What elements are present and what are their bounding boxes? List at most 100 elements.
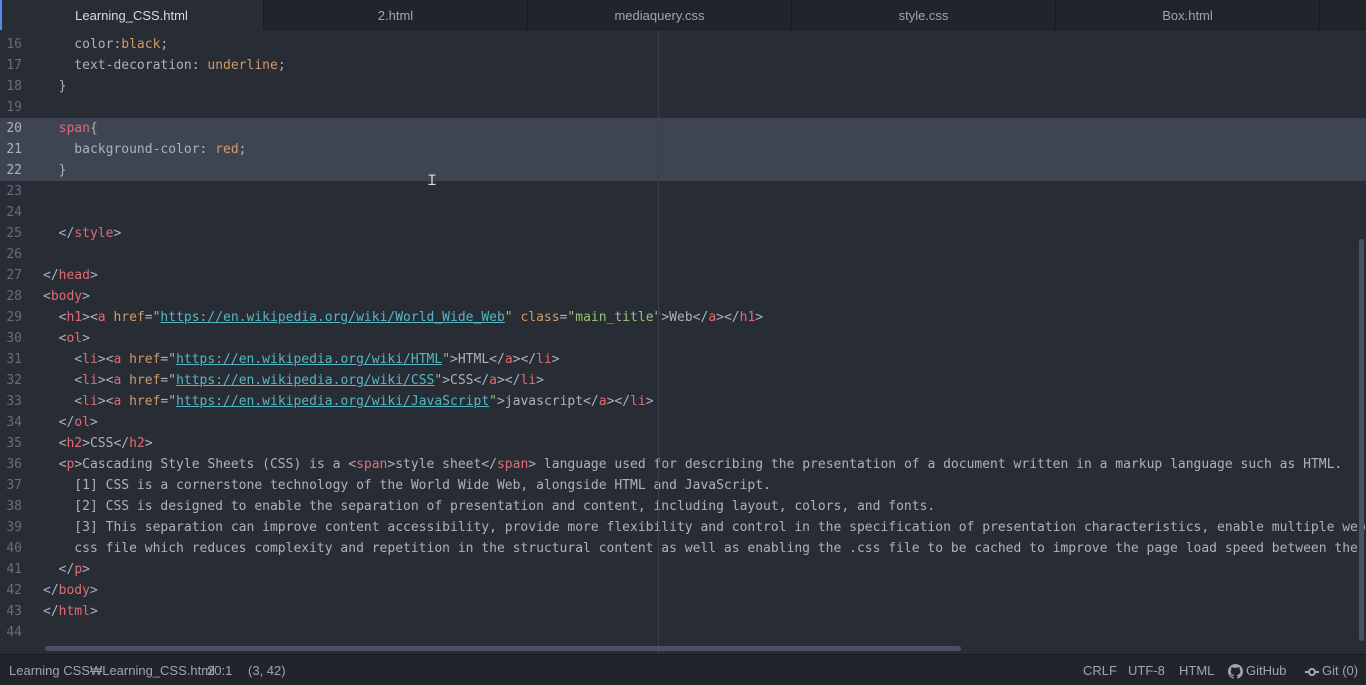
code-line[interactable]: 32 <li><a href="https://en.wikipedia.org…: [0, 370, 1366, 391]
code-line[interactable]: 29 <h1><a href="https://en.wikipedia.org…: [0, 307, 1366, 328]
line-number[interactable]: 18: [0, 76, 22, 97]
line-code: background-color: red;: [43, 139, 246, 160]
code-line[interactable]: 26: [0, 244, 1366, 265]
line-number[interactable]: 22: [0, 160, 22, 181]
line-number[interactable]: 19: [0, 97, 22, 118]
code-token: </: [473, 373, 490, 388]
line-number[interactable]: 38: [0, 496, 22, 517]
line-code: </html>: [43, 601, 98, 622]
code-token: <: [43, 373, 83, 388]
line-number[interactable]: 44: [0, 622, 22, 643]
code-line[interactable]: 34 </ol>: [0, 412, 1366, 433]
code-token: span: [356, 457, 388, 472]
code-line[interactable]: 22 }: [0, 160, 1366, 181]
line-number[interactable]: 29: [0, 307, 22, 328]
code-token: p: [74, 562, 83, 577]
code-token: a: [97, 310, 106, 325]
code-line[interactable]: 33 <li><a href="https://en.wikipedia.org…: [0, 391, 1366, 412]
code-line[interactable]: 19: [0, 97, 1366, 118]
code-line[interactable]: 41 </p>: [0, 559, 1366, 580]
cursor-position[interactable]: 20:1: [207, 655, 232, 685]
line-number[interactable]: 41: [0, 559, 22, 580]
tab-box-html[interactable]: Box.html: [1056, 0, 1320, 30]
code-token: html: [58, 604, 90, 619]
line-number[interactable]: 43: [0, 601, 22, 622]
code-line[interactable]: 43 </html>: [0, 601, 1366, 622]
line-number[interactable]: 24: [0, 202, 22, 223]
code-token: </: [43, 583, 59, 598]
code-line[interactable]: 30 <ol>: [0, 328, 1366, 349]
code-token: </: [43, 604, 59, 619]
line-number[interactable]: 36: [0, 454, 22, 475]
code-token: >: [645, 394, 654, 409]
code-line[interactable]: 40 css file which reduces complexity and…: [0, 538, 1366, 559]
grammar[interactable]: HTML: [1179, 655, 1214, 685]
line-number[interactable]: 21: [0, 139, 22, 160]
line-number[interactable]: 32: [0, 370, 22, 391]
tab-mediaquery-css[interactable]: mediaquery.css: [528, 0, 792, 30]
line-number[interactable]: 34: [0, 412, 22, 433]
code-line[interactable]: 35 <h2>CSS</h2>: [0, 433, 1366, 454]
line-number[interactable]: 20: [0, 118, 22, 139]
line-number[interactable]: 40: [0, 538, 22, 559]
code-line[interactable]: 28 <body>: [0, 286, 1366, 307]
code-token: >: [144, 436, 153, 451]
tab-learning-css-html[interactable]: Learning_CSS.html: [0, 0, 264, 30]
code-token: span: [43, 121, 90, 136]
code-line[interactable]: 16 color:black;: [0, 34, 1366, 55]
line-number[interactable]: 42: [0, 580, 22, 601]
line-number[interactable]: 17: [0, 55, 22, 76]
line-number[interactable]: 28: [0, 286, 22, 307]
tab-style-css[interactable]: style.css: [792, 0, 1056, 30]
code-line[interactable]: 31 <li><a href="https://en.wikipedia.org…: [0, 349, 1366, 370]
code-line[interactable]: 36 <p>Cascading Style Sheets (CSS) is a …: [0, 454, 1366, 475]
line-code: <body>: [43, 286, 90, 307]
code-line[interactable]: 27 </head>: [0, 265, 1366, 286]
encoding[interactable]: UTF-8: [1128, 655, 1165, 685]
line-number[interactable]: 30: [0, 328, 22, 349]
tab-bar: Learning_CSS.html 2.html mediaquery.css …: [0, 0, 1366, 30]
code-line[interactable]: 44: [0, 622, 1366, 643]
code-token: ": [442, 352, 451, 367]
code-token: </: [43, 415, 75, 430]
code-token: <: [43, 289, 51, 304]
file-path[interactable]: Learning CSS₩Learning_CSS.html: [9, 655, 215, 685]
code-line[interactable]: 23: [0, 181, 1366, 202]
code-token: >: [661, 310, 670, 325]
code-token: >: [74, 457, 83, 472]
line-number[interactable]: 37: [0, 475, 22, 496]
line-number[interactable]: 27: [0, 265, 22, 286]
line-number[interactable]: 39: [0, 517, 22, 538]
line-ending[interactable]: CRLF: [1083, 655, 1117, 685]
code-token: https://en.wikipedia.org/wiki/JavaScript: [176, 394, 490, 409]
line-number[interactable]: 16: [0, 34, 22, 55]
code-line[interactable]: 25 </style>: [0, 223, 1366, 244]
code-line[interactable]: 21 background-color: red;: [0, 139, 1366, 160]
github-button[interactable]: GitHub: [1228, 655, 1286, 685]
line-number[interactable]: 35: [0, 433, 22, 454]
code-token: ": [168, 394, 177, 409]
code-line[interactable]: 17 text-decoration: underline;: [0, 55, 1366, 76]
code-editor[interactable]: 15 a{16 color:black;17 text-decoration: …: [0, 30, 1366, 654]
horizontal-scrollbar[interactable]: [45, 646, 961, 651]
tab-2-html[interactable]: 2.html: [264, 0, 528, 30]
tab-label: mediaquery.css: [614, 7, 705, 23]
line-number[interactable]: 26: [0, 244, 22, 265]
line-number[interactable]: 33: [0, 391, 22, 412]
code-line[interactable]: 38 [2] CSS is designed to enable the sep…: [0, 496, 1366, 517]
code-token: ": [168, 352, 177, 367]
tab-bar-empty-area[interactable]: [1320, 0, 1366, 30]
git-button[interactable]: Git (0): [1305, 655, 1358, 685]
code-line[interactable]: 24: [0, 202, 1366, 223]
selection-count[interactable]: (3, 42): [248, 655, 286, 685]
code-line[interactable]: 39 [3] This separation can improve conte…: [0, 517, 1366, 538]
editor-window: Learning_CSS.html 2.html mediaquery.css …: [0, 0, 1366, 685]
vertical-scrollbar[interactable]: [1359, 239, 1364, 641]
code-line[interactable]: 37 [1] CSS is a cornerstone technology o…: [0, 475, 1366, 496]
code-line[interactable]: 20 span{: [0, 118, 1366, 139]
line-number[interactable]: 25: [0, 223, 22, 244]
line-number[interactable]: 23: [0, 181, 22, 202]
line-number[interactable]: 31: [0, 349, 22, 370]
code-line[interactable]: 42 </body>: [0, 580, 1366, 601]
code-line[interactable]: 18 }: [0, 76, 1366, 97]
